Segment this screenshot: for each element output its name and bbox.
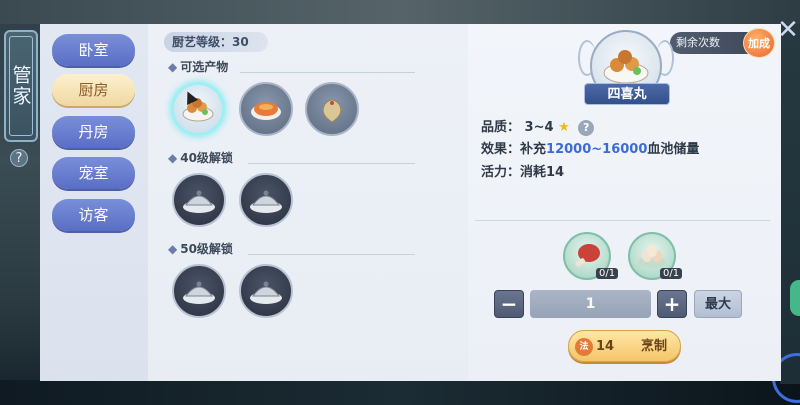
divider (248, 254, 415, 255)
cook-label: 烹制 (641, 339, 668, 354)
nav-item-pet-room[interactable]: 宠室 (52, 157, 135, 189)
quality-label: 品质： (481, 120, 521, 135)
nav-item-kitchen[interactable]: 厨房 (52, 74, 135, 106)
section-unlock-40: ◆ 40级解锁 (168, 151, 233, 165)
covered-dish-icon (183, 281, 215, 304)
ingredient-count: 0/1 (596, 268, 619, 279)
locked-recipe-item[interactable] (172, 173, 226, 227)
bottom-scenery (0, 380, 800, 405)
section-unlock-50-label: 50级解锁 (180, 242, 233, 256)
vitality-row: 活力：消耗14 (481, 161, 564, 180)
cook-cost: 14 (596, 339, 615, 354)
cooking-level-badge: 厨艺等级：30 (164, 32, 268, 52)
star-icon: ★ (558, 120, 570, 135)
recipe-item-pie[interactable] (239, 82, 293, 136)
nav-item-visitors[interactable]: 访客 (52, 199, 135, 231)
pouch-dish-icon (322, 99, 342, 123)
right-scenery (780, 24, 800, 384)
effect-prefix: 补充 (520, 142, 547, 157)
close-icon[interactable]: ✕ (776, 17, 800, 43)
covered-dish-icon (183, 190, 215, 213)
nav-item-bedroom[interactable]: 卧室 (52, 34, 135, 66)
effect-suffix: 血池储量 (647, 142, 700, 157)
section-unlock-40-label: 40级解锁 (180, 151, 233, 165)
max-button[interactable]: 最大 (694, 290, 742, 318)
side-handle[interactable] (790, 280, 800, 316)
mana-cost-icon: 法 (575, 338, 593, 356)
quality-row: 品质： 3~4 ★ ? (481, 116, 595, 136)
help-icon[interactable]: ? (10, 149, 28, 167)
top-scenery (0, 0, 800, 24)
increase-button[interactable]: + (657, 290, 687, 318)
divider (248, 163, 415, 164)
recipe-item-dumpling-bag[interactable] (305, 82, 359, 136)
covered-dish-icon (250, 281, 282, 304)
quantity-field[interactable]: 1 (530, 290, 651, 318)
section-unlock-50: ◆ 50级解锁 (168, 242, 233, 256)
effect-label: 效果： (481, 142, 521, 157)
nav-sidebar: 卧室 厨房 丹房 宠室 访客 (40, 24, 148, 381)
divider (475, 220, 770, 221)
cook-button[interactable]: 法 14 烹制 (568, 330, 681, 362)
ingredient-count: 0/1 (660, 268, 683, 279)
divider (240, 72, 415, 73)
window-title: 管家 (9, 65, 32, 107)
section-available: ◆ 可选产物 (168, 60, 229, 74)
dish-name-banner: 四喜丸 (584, 83, 670, 105)
quality-value: 3~4 (524, 120, 554, 135)
vitality-label: 活力： (481, 165, 521, 180)
nav-item-alchemy[interactable]: 丹房 (52, 116, 135, 148)
locked-recipe-item[interactable] (239, 173, 293, 227)
vitality-value: 消耗14 (520, 165, 565, 180)
quality-help-icon[interactable]: ? (578, 119, 595, 136)
decrease-button[interactable]: − (494, 290, 524, 318)
effect-range: 12000~16000 (546, 142, 648, 157)
boost-button[interactable]: 加成 (743, 28, 775, 58)
window-title-plaque: 管家 (4, 30, 38, 142)
recipe-item-meatballs[interactable] (171, 82, 225, 136)
locked-recipe-item[interactable] (239, 264, 293, 318)
effect-row: 效果：补充12000~16000血池储量 (481, 138, 699, 157)
locked-recipe-item[interactable] (172, 264, 226, 318)
pie-dish-icon (251, 102, 281, 120)
covered-dish-icon (250, 190, 282, 213)
section-available-label: 可选产物 (180, 60, 229, 74)
meatball-dish-icon (603, 50, 649, 84)
